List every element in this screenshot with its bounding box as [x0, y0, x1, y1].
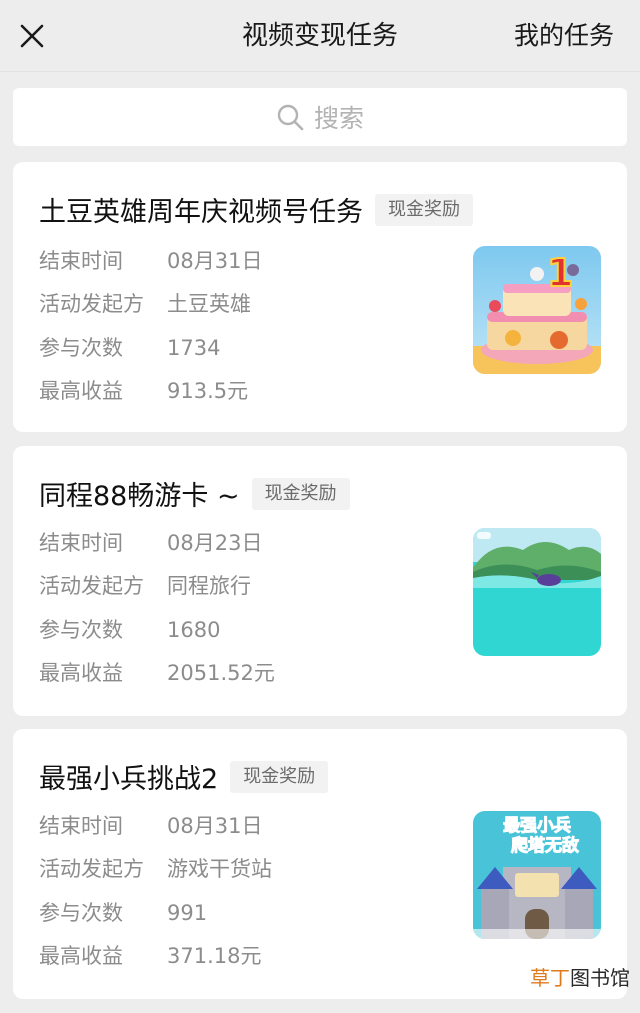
- organizer-label: 活动发起方: [39, 292, 144, 316]
- task-name: 同程88畅游卡 ~: [39, 481, 240, 512]
- close-button[interactable]: [18, 22, 46, 50]
- watermark-part-a: 草丁: [530, 966, 570, 990]
- participants-row: 参与次数 991: [39, 898, 207, 928]
- organizer-value: 同程旅行: [167, 574, 251, 598]
- participants-label: 参与次数: [39, 618, 123, 642]
- task-card-tongcheng[interactable]: 同程88畅游卡 ~ 现金奖励 结束时间 08月23日 活动发起方 同程旅行 参与…: [13, 446, 627, 716]
- cash-reward-badge: 现金奖励: [375, 193, 473, 226]
- end-time-label: 结束时间: [39, 531, 123, 555]
- organizer-row: 活动发起方 土豆英雄: [39, 289, 251, 319]
- participants-value: 991: [167, 901, 208, 925]
- task-card-xiaobing[interactable]: 最强小兵挑战2 现金奖励 结束时间 08月31日 活动发起方 游戏干货站 参与次…: [13, 729, 627, 999]
- participants-label: 参与次数: [39, 901, 123, 925]
- max-income-row: 最高收益 913.5元: [39, 376, 248, 406]
- organizer-row: 活动发起方 同程旅行: [39, 571, 251, 601]
- max-income-value: 371.18元: [167, 944, 262, 968]
- task-name: 最强小兵挑战2: [39, 764, 219, 795]
- max-income-value: 913.5元: [167, 379, 249, 403]
- cash-reward-badge: 现金奖励: [251, 477, 350, 510]
- end-time-value: 08月31日: [167, 814, 263, 838]
- end-time-value: 08月23日: [167, 531, 263, 555]
- close-icon: [20, 24, 44, 48]
- anniversary-cake-image: 1: [473, 246, 601, 374]
- task-thumbnail[interactable]: 最强小兵 爬塔无敌: [473, 811, 601, 939]
- task-thumbnail[interactable]: [473, 528, 601, 656]
- participants-label: 参与次数: [39, 336, 123, 360]
- organizer-label: 活动发起方: [39, 857, 144, 881]
- top-nav-bar: 视频变现任务 我的任务: [0, 0, 640, 72]
- participants-row: 参与次数 1680: [39, 615, 220, 645]
- max-income-label: 最高收益: [39, 379, 123, 403]
- watermark: 草丁图书馆: [530, 962, 630, 991]
- search-input[interactable]: 搜索: [13, 88, 627, 146]
- cash-reward-badge: 现金奖励: [230, 760, 329, 793]
- tower-castle-image: 最强小兵 爬塔无敌: [473, 811, 601, 939]
- task-card-tudou[interactable]: 土豆英雄周年庆视频号任务 现金奖励 结束时间 08月31日 活动发起方 土豆英雄…: [13, 162, 627, 432]
- end-time-label: 结束时间: [39, 814, 123, 838]
- organizer-value: 土豆英雄: [167, 292, 251, 316]
- end-time-row: 结束时间 08月23日: [39, 528, 262, 558]
- participants-value: 1734: [167, 336, 221, 360]
- watermark-part-b: 图书馆: [570, 966, 630, 990]
- max-income-value: 2051.52元: [167, 661, 275, 685]
- ocean-island-image: [473, 528, 601, 656]
- task-thumbnail[interactable]: 1: [473, 246, 601, 374]
- thumb-number-one: 1: [547, 251, 573, 295]
- max-income-label: 最高收益: [39, 661, 123, 685]
- max-income-row: 最高收益 2051.52元: [39, 658, 275, 688]
- participants-value: 1680: [167, 618, 221, 642]
- max-income-label: 最高收益: [39, 944, 123, 968]
- end-time-label: 结束时间: [39, 249, 123, 273]
- task-name: 土豆英雄周年庆视频号任务: [39, 197, 363, 228]
- end-time-value: 08月31日: [167, 249, 263, 273]
- organizer-row: 活动发起方 游戏干货站: [39, 854, 272, 884]
- my-tasks-link[interactable]: 我的任务: [514, 0, 614, 72]
- thumb-title-top: 最强小兵: [503, 815, 571, 836]
- end-time-row: 结束时间 08月31日: [39, 811, 262, 841]
- max-income-row: 最高收益 371.18元: [39, 941, 261, 971]
- task-header: 土豆英雄周年庆视频号任务 现金奖励: [39, 190, 473, 229]
- organizer-label: 活动发起方: [39, 574, 144, 598]
- end-time-row: 结束时间 08月31日: [39, 246, 262, 276]
- task-header: 最强小兵挑战2 现金奖励: [39, 757, 329, 796]
- thumb-title-bottom: 爬塔无敌: [511, 835, 579, 856]
- participants-row: 参与次数 1734: [39, 333, 220, 363]
- search-icon: [277, 104, 304, 131]
- search-placeholder: 搜索: [313, 104, 364, 133]
- task-header: 同程88畅游卡 ~ 现金奖励: [39, 474, 350, 513]
- organizer-value: 游戏干货站: [167, 857, 272, 881]
